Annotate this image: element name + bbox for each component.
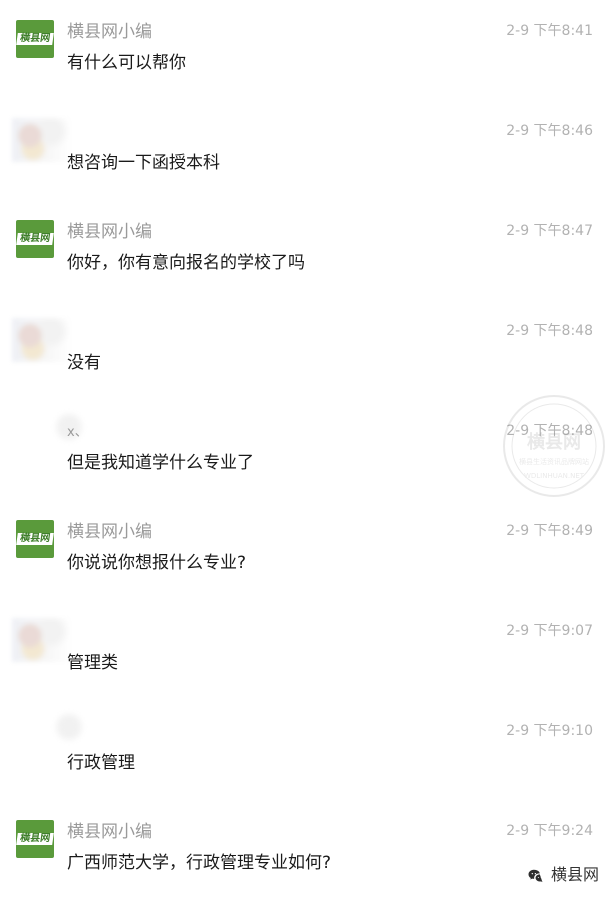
- sender-name: x、: [67, 425, 88, 440]
- avatar[interactable]: 横县网: [16, 220, 54, 258]
- watermark-subtitle: 横县生活资讯品牌网站: [519, 457, 589, 466]
- avatar[interactable]: 横县网: [16, 520, 54, 558]
- footer-brand: 横县网: [527, 865, 599, 885]
- message-text: 有什么可以帮你: [67, 53, 186, 73]
- brand-logo-text: 横县网: [16, 533, 54, 545]
- message-item: 2-9 下午8:48 没有: [0, 300, 615, 400]
- message-time: 2-9 下午9:07: [506, 623, 593, 639]
- watermark-url: WDLINHUAN.NET: [524, 472, 585, 480]
- message-text: 但是我知道学什么专业了: [67, 453, 254, 473]
- message-time: 2-9 下午8:49: [506, 523, 593, 539]
- watermark-title: 横县网: [527, 431, 581, 453]
- message-text: 你好，你有意向报名的学校了吗: [67, 253, 305, 273]
- message-time: 2-9 下午8:47: [506, 223, 593, 239]
- message-item: 横县网 横县网小编 2-9 下午9:24 广西师范大学，行政管理专业如何?: [0, 800, 615, 900]
- message-text: 没有: [67, 353, 101, 373]
- brand-logo-text: 横县网: [16, 233, 54, 245]
- message-item: 2-9 下午9:10 行政管理: [0, 700, 615, 800]
- message-time: 2-9 下午9:10: [506, 723, 593, 739]
- message-item: 2-9 下午8:46 想咨询一下函授本科: [0, 100, 615, 200]
- sender-name: 横县网小编: [67, 822, 152, 842]
- message-item: 横县网 横县网小编 2-9 下午8:47 你好，你有意向报名的学校了吗: [0, 200, 615, 300]
- message-text: 管理类: [67, 653, 118, 673]
- message-text: 你说说你想报什么专业?: [67, 553, 247, 573]
- brand-logo-text: 横县网: [16, 833, 54, 845]
- avatar[interactable]: [12, 618, 72, 662]
- avatar[interactable]: 横县网: [16, 820, 54, 858]
- message-time: 2-9 下午8:41: [506, 23, 593, 39]
- sender-name: 横县网小编: [67, 22, 152, 42]
- sender-name: 横县网小编: [67, 522, 152, 542]
- message-text: 广西师范大学，行政管理专业如何?: [67, 853, 332, 873]
- watermark-seal: 横县网 横县生活资讯品牌网站 WDLINHUAN.NET: [503, 395, 605, 497]
- message-item: 横县网 横县网小编 2-9 下午8:49 你说说你想报什么专业?: [0, 500, 615, 600]
- conversation-feed: 横县网 横县网小编 2-9 下午8:41 有什么可以帮你 2-9 下午8:46 …: [0, 0, 615, 901]
- message-time: 2-9 下午8:46: [506, 123, 593, 139]
- message-time: 2-9 下午8:48: [506, 323, 593, 339]
- wechat-icon: [528, 869, 543, 883]
- avatar[interactable]: 横县网: [16, 20, 54, 58]
- message-text: 行政管理: [67, 753, 135, 773]
- avatar[interactable]: [12, 318, 72, 362]
- message-text: 想咨询一下函授本科: [67, 153, 220, 173]
- avatar[interactable]: [12, 118, 72, 162]
- brand-logo-text: 横县网: [16, 33, 54, 45]
- message-item: 2-9 下午9:07 管理类: [0, 600, 615, 700]
- message-item: 横县网 横县网小编 2-9 下午8:41 有什么可以帮你: [0, 0, 615, 100]
- footer-label: 横县网: [550, 865, 599, 884]
- sender-name: 横县网小编: [67, 222, 152, 242]
- avatar[interactable]: [54, 712, 84, 742]
- message-time: 2-9 下午9:24: [506, 823, 593, 839]
